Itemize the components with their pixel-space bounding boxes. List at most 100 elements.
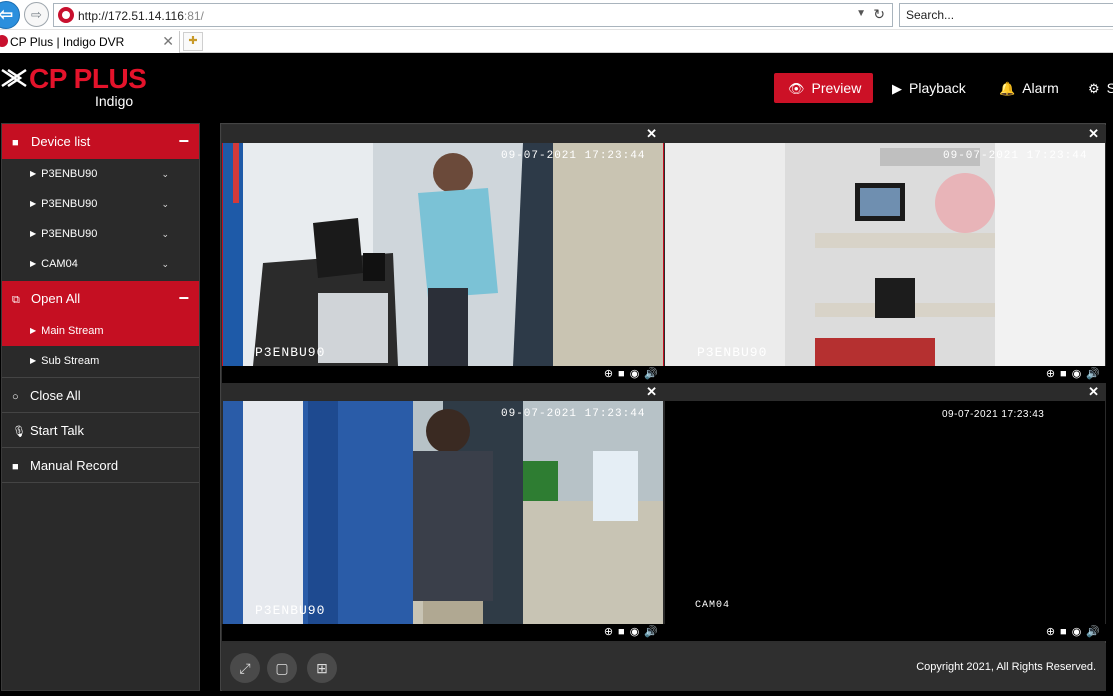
external-link-icon: ⧉ (12, 294, 20, 306)
video-tile[interactable]: ✕ 09-07-2021 17:23:44 P3ENBU90 ⊕ ■ ◉ 🔊 (222, 383, 664, 641)
close-icon[interactable]: ✕ (1088, 384, 1099, 400)
nav-alarm[interactable]: 🔔 Alarm (999, 73, 1059, 103)
device-item[interactable]: ▶ P3ENBU90 ⌄ (2, 219, 199, 249)
app-header: CP PLUS Indigo 👁 Preview ▶ Playback 🔔 Alarm… (0, 54, 1113, 120)
stream-label: Main Stream (41, 325, 104, 337)
device-label: P3ENBU90 (41, 228, 98, 240)
nav-preview[interactable]: 👁 Preview (774, 73, 873, 103)
new-tab-button[interactable]: ✚ (183, 32, 203, 51)
record-icon[interactable]: ■ (618, 626, 625, 638)
tile-title-bar: ✕ (222, 383, 664, 401)
snapshot-icon[interactable]: ◉ (630, 626, 640, 638)
refresh-icon[interactable]: ↻ (873, 6, 885, 23)
close-icon[interactable]: ✕ (646, 384, 657, 400)
nav-playback-label: Playback (909, 80, 966, 96)
logo-subtitle: Indigo (95, 93, 134, 109)
cp-plus-logo-icon (1, 68, 27, 88)
camera-scene-image (223, 401, 663, 624)
camera-feed[interactable]: 09-07-2021 17:23:44 P3ENBU90 (223, 143, 663, 366)
audio-icon[interactable]: 🔊 (1086, 626, 1100, 638)
video-tile[interactable]: ✕ 09-07-2021 17:23:44 P3ENBU90 ⊕ ■ ◉ 🔊 (664, 125, 1106, 383)
tile-toolbar: ⊕ ■ ◉ 🔊 (664, 366, 1106, 383)
manual-record-button[interactable]: ■ Manual Record (2, 447, 199, 482)
tile-title-bar: ✕ (222, 125, 664, 143)
device-label: P3ENBU90 (41, 168, 98, 180)
caret-right-icon: ▶ (30, 199, 37, 208)
video-camera-icon: ■ (12, 461, 19, 473)
osd-camera-name: P3ENBU90 (255, 603, 326, 618)
camera-feed[interactable]: 09-07-2021 17:23:43 CAM04 (665, 401, 1105, 624)
video-tile[interactable]: ✕ 09-07-2021 17:23:43 CAM04 ⊕ ■ ◉ 🔊 (664, 383, 1106, 641)
record-icon[interactable]: ■ (1060, 626, 1067, 638)
tile-title-bar: ✕ (664, 383, 1106, 401)
camera-feed[interactable]: 09-07-2021 17:23:44 P3ENBU90 (223, 401, 663, 624)
quad-view-button[interactable]: ⊞ (307, 653, 337, 683)
chevron-down-icon[interactable]: ⌄ (161, 249, 169, 279)
close-icon[interactable]: ✕ (646, 126, 657, 142)
device-item[interactable]: ▶ P3ENBU90 ⌄ (2, 189, 199, 219)
browser-search-input[interactable] (906, 5, 1106, 25)
zoom-icon[interactable]: ⊕ (1046, 626, 1055, 638)
video-camera-icon: ■ (12, 137, 19, 149)
start-talk-button[interactable]: 🎙 Start Talk (2, 412, 199, 447)
browser-tab[interactable]: CP Plus | Indigo DVR ✕ (0, 31, 180, 53)
snapshot-icon[interactable]: ◉ (1072, 626, 1082, 638)
osd-timestamp: 09-07-2021 17:23:44 (501, 408, 646, 420)
open-all-header[interactable]: ⧉ Open All − (2, 281, 199, 316)
chevron-down-icon[interactable]: ⌄ (161, 189, 169, 219)
chevron-down-icon[interactable]: ⌄ (161, 159, 169, 189)
zoom-icon[interactable]: ⊕ (604, 368, 613, 380)
main-stream-option[interactable]: ▶ Main Stream (2, 316, 199, 346)
camera-scene-image (223, 143, 663, 366)
snapshot-icon[interactable]: ◉ (1072, 368, 1082, 380)
video-tile[interactable]: ✕ 09-07-2021 17:23:44 P3ENBU90 ⊕ ■ ◉ 🔊 (222, 125, 664, 383)
chevron-down-icon[interactable]: ⌄ (161, 219, 169, 249)
collapse-icon[interactable]: − (178, 281, 189, 316)
close-icon[interactable]: ✕ (1088, 126, 1099, 142)
tab-close-icon[interactable]: ✕ (162, 33, 174, 50)
sub-stream-option[interactable]: ▶ Sub Stream (2, 346, 199, 376)
address-dropdown-icon[interactable]: ▼ (856, 8, 866, 19)
record-icon[interactable]: ■ (1060, 368, 1067, 380)
device-list-label: Device list (31, 134, 91, 149)
caret-right-icon: ▶ (30, 356, 37, 365)
zoom-icon[interactable]: ⊕ (604, 626, 613, 638)
osd-camera-name: P3ENBU90 (255, 345, 326, 360)
audio-icon[interactable]: 🔊 (644, 626, 658, 638)
play-circle-icon: ▶ (892, 81, 902, 96)
close-all-button[interactable]: ○ Close All (2, 377, 199, 412)
record-icon[interactable]: ■ (618, 368, 625, 380)
circle-icon: ○ (12, 391, 19, 403)
microphone-icon: 🎙 (12, 426, 26, 438)
fullscreen-button[interactable]: ⤢ (230, 653, 260, 683)
forward-button[interactable]: ⇨ (24, 2, 49, 27)
snapshot-icon[interactable]: ◉ (630, 368, 640, 380)
audio-icon[interactable]: 🔊 (644, 368, 658, 380)
gear-icon: ⚙ (1088, 81, 1100, 96)
osd-camera-name: CAM04 (695, 600, 731, 611)
url-port: :81/ (183, 9, 204, 23)
zoom-icon[interactable]: ⊕ (1046, 368, 1055, 380)
tile-toolbar: ⊕ ■ ◉ 🔊 (222, 624, 664, 641)
audio-icon[interactable]: 🔊 (1086, 368, 1100, 380)
start-talk-label: Start Talk (30, 423, 84, 438)
arrow-left-icon: ⇦ (0, 5, 13, 24)
browser-toolbar: ⇦ ⇨ http://172.51.14.116:81/ ▼ ↻ (0, 0, 1113, 30)
device-item[interactable]: ▶ P3ENBU90 ⌄ (2, 159, 199, 189)
back-button[interactable]: ⇦ (0, 1, 20, 29)
nav-settings[interactable]: ⚙ S (1088, 73, 1113, 103)
tile-toolbar: ⊕ ■ ◉ 🔊 (664, 624, 1106, 641)
address-bar[interactable]: http://172.51.14.116:81/ ▼ ↻ (53, 3, 893, 27)
caret-right-icon: ▶ (30, 229, 37, 238)
single-view-button[interactable]: ▢ (267, 653, 297, 683)
collapse-icon[interactable]: − (178, 124, 189, 159)
nav-playback[interactable]: ▶ Playback (892, 73, 966, 103)
device-list-header[interactable]: ■ Device list − (2, 124, 199, 159)
camera-feed[interactable]: 09-07-2021 17:23:44 P3ENBU90 (665, 143, 1105, 366)
device-item[interactable]: ▶ CAM04 ⌄ (2, 249, 199, 279)
browser-search-box[interactable] (899, 3, 1113, 27)
url-text[interactable]: http://172.51.14.116:81/ (78, 9, 204, 23)
tab-strip: CP Plus | Indigo DVR ✕ ✚ (0, 30, 1113, 53)
bell-icon: 🔔 (999, 81, 1016, 96)
caret-right-icon: ▶ (30, 259, 37, 268)
